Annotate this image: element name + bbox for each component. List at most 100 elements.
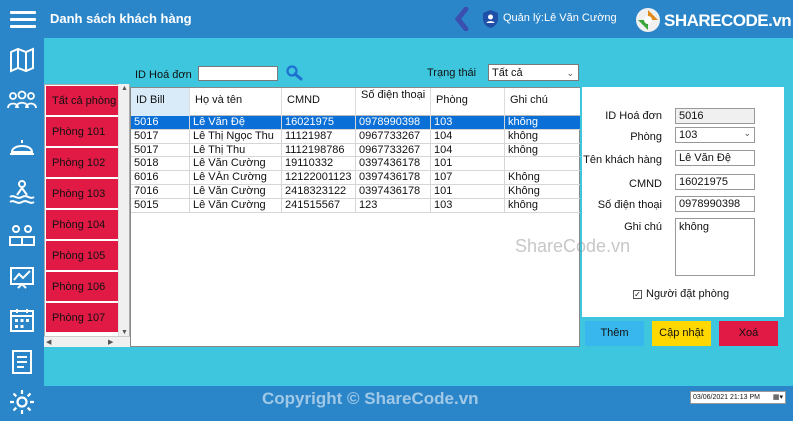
detail-customer-field[interactable]: Lê Văn Đệ xyxy=(675,150,755,166)
detail-bill-id-field[interactable]: 5016 xyxy=(675,108,755,124)
cell-room[interactable]: 104 xyxy=(431,129,505,144)
add-button[interactable]: Thêm xyxy=(585,321,644,346)
hamburger-menu-icon[interactable] xyxy=(10,7,36,31)
room-item-101[interactable]: Phòng 101 xyxy=(46,117,118,146)
cell-phone[interactable]: 0397436178 xyxy=(356,171,431,185)
cell-phone[interactable]: 0397436178 xyxy=(356,185,431,199)
room-item-103[interactable]: Phòng 103 xyxy=(46,179,118,208)
cell-phone[interactable]: 0978990398 xyxy=(356,116,431,130)
cell-room[interactable]: 107 xyxy=(431,171,505,185)
table-row[interactable]: 5015 Lê Văn Cường 241515567 123 103 không xyxy=(131,198,580,213)
customers-icon[interactable] xyxy=(6,86,38,114)
column-header-note[interactable]: Ghi chú xyxy=(505,88,580,116)
bill-id-filter-input[interactable] xyxy=(198,66,278,81)
detail-room-select[interactable]: 103 ⌄ xyxy=(675,127,755,143)
cell-note[interactable] xyxy=(505,157,580,171)
update-button[interactable]: Cập nhật xyxy=(652,321,711,346)
cell-id-bill[interactable]: 7016 xyxy=(131,185,190,199)
detail-phone-field[interactable]: 0978990398 xyxy=(675,196,755,212)
report-icon[interactable] xyxy=(8,348,36,376)
detail-note-field[interactable]: không xyxy=(675,218,755,276)
detail-id-card-field[interactable]: 16021975 xyxy=(675,174,755,190)
map-icon[interactable] xyxy=(8,46,36,74)
cell-id-bill[interactable]: 5016 xyxy=(131,116,190,130)
room-item-105[interactable]: Phòng 105 xyxy=(46,241,118,270)
cell-room[interactable]: 101 xyxy=(431,157,505,172)
cell-id-bill[interactable]: 5018 xyxy=(131,157,190,172)
column-header-name[interactable]: Họ và tên xyxy=(190,88,282,116)
cell-phone[interactable]: 0967733267 xyxy=(356,143,431,158)
datetime-picker[interactable]: 03/06/2021 21:13 PM ▦▾ xyxy=(690,391,786,404)
beach-icon[interactable] xyxy=(8,177,36,205)
cell-id-card[interactable]: 19110332 xyxy=(282,157,356,172)
cell-id-bill[interactable]: 5017 xyxy=(131,129,190,144)
cell-note[interactable]: không xyxy=(505,144,580,158)
cell-id-card[interactable]: 16021975 xyxy=(282,116,356,130)
room-list-horizontal-scrollbar[interactable]: ◀ ▶ xyxy=(44,336,130,347)
room-item-102[interactable]: Phòng 102 xyxy=(46,148,118,177)
cell-room[interactable]: 103 xyxy=(431,116,505,130)
table-row[interactable]: 7016 Lê Văn Cường 2418323122 0397436178 101 K… xyxy=(131,185,580,199)
cell-name[interactable]: Lê Thị Ngọc Thu xyxy=(190,129,282,144)
service-bell-icon[interactable] xyxy=(8,132,36,160)
cell-note[interactable]: không xyxy=(505,130,580,144)
table-row[interactable]: 5017 Lê Thị Ngọc Thu 11121987 0967733267 104… xyxy=(131,129,580,144)
statistics-icon[interactable] xyxy=(8,264,36,292)
cell-name[interactable]: Lê Văn Cường xyxy=(190,198,282,213)
cell-id-bill[interactable]: 5015 xyxy=(131,198,190,213)
room-item-104[interactable]: Phòng 104 xyxy=(46,210,118,239)
cell-phone[interactable]: 0397436178 xyxy=(356,157,431,172)
room-item-107[interactable]: Phòng 107 xyxy=(46,303,118,332)
cell-id-card[interactable]: 1112198786 xyxy=(282,143,356,158)
rooms-icon[interactable] xyxy=(8,221,36,249)
column-header-id-card[interactable]: CMND xyxy=(282,88,356,116)
column-header-phone[interactable]: Số điện thoại xyxy=(356,88,431,116)
scroll-down-icon[interactable]: ▼ xyxy=(121,329,128,336)
cell-name[interactable]: Lê Văn Đệ xyxy=(190,116,282,130)
cell-id-card[interactable]: 12122001123 xyxy=(282,171,356,185)
cell-id-card[interactable]: 2418323122 xyxy=(282,185,356,199)
checkbox-checked-icon[interactable]: ✓ xyxy=(633,289,642,299)
cell-name[interactable]: Lê VĂn Cường xyxy=(190,171,282,185)
cell-note[interactable]: không xyxy=(505,199,580,213)
logo-icon xyxy=(636,8,660,32)
status-filter-select[interactable]: Tất cả ⌄ xyxy=(488,64,579,81)
table-row[interactable]: 5017 Lê Thị Thu 1112198786 0967733267 104 khô… xyxy=(131,143,580,158)
room-list-vertical-scrollbar[interactable]: ▲ ▼ xyxy=(118,84,129,337)
settings-icon[interactable] xyxy=(8,388,36,416)
column-header-room[interactable]: Phòng xyxy=(431,88,505,116)
scroll-up-icon[interactable]: ▲ xyxy=(121,85,128,92)
cell-name[interactable]: Lê Văn Cường xyxy=(190,157,282,172)
detail-customer-label: Tên khách hàng xyxy=(583,154,662,166)
cell-note[interactable]: Không xyxy=(505,185,580,199)
cell-id-bill[interactable]: 5017 xyxy=(131,143,190,158)
cell-phone[interactable]: 123 xyxy=(356,198,431,213)
booker-checkbox-row[interactable]: ✓ Người đặt phòng xyxy=(633,288,729,300)
detail-room-label: Phòng xyxy=(630,131,662,143)
cell-room[interactable]: 103 xyxy=(431,198,505,213)
cell-note[interactable]: Không xyxy=(505,171,580,185)
table-row[interactable]: 5016 Lê Văn Đệ 16021975 0978990398 103 không xyxy=(131,116,580,130)
room-item-all[interactable]: Tất cả phòng xyxy=(46,86,118,115)
search-icon[interactable] xyxy=(285,65,303,81)
chevron-left-icon[interactable] xyxy=(454,7,470,31)
calendar-dropdown-icon[interactable]: ▦▾ xyxy=(773,393,783,403)
scroll-right-icon[interactable]: ▶ xyxy=(108,338,113,346)
cell-id-card[interactable]: 11121987 xyxy=(282,129,356,144)
cell-name[interactable]: Lê Văn Cường xyxy=(190,185,282,199)
cell-room[interactable]: 101 xyxy=(431,185,505,199)
scroll-left-icon[interactable]: ◀ xyxy=(46,338,51,346)
calendar-icon[interactable] xyxy=(8,306,36,334)
cell-note[interactable]: không xyxy=(505,116,580,130)
cell-id-bill[interactable]: 6016 xyxy=(131,171,190,185)
table-row[interactable]: 5018 Lê Văn Cường 19110332 0397436178 101 xyxy=(131,157,580,172)
table-row[interactable]: 6016 Lê VĂn Cường 12122001123 0397436178 107… xyxy=(131,171,580,185)
room-item-106[interactable]: Phòng 106 xyxy=(46,272,118,301)
delete-button[interactable]: Xoá xyxy=(719,321,778,346)
cell-name[interactable]: Lê Thị Thu xyxy=(190,143,282,158)
cell-id-card[interactable]: 241515567 xyxy=(282,198,356,213)
cell-room[interactable]: 104 xyxy=(431,143,505,158)
customer-table: ID Bill Họ và tên CMND Số điện thoại Phò… xyxy=(130,87,580,347)
column-header-id-bill[interactable]: ID Bill xyxy=(131,88,190,116)
cell-phone[interactable]: 0967733267 xyxy=(356,129,431,144)
